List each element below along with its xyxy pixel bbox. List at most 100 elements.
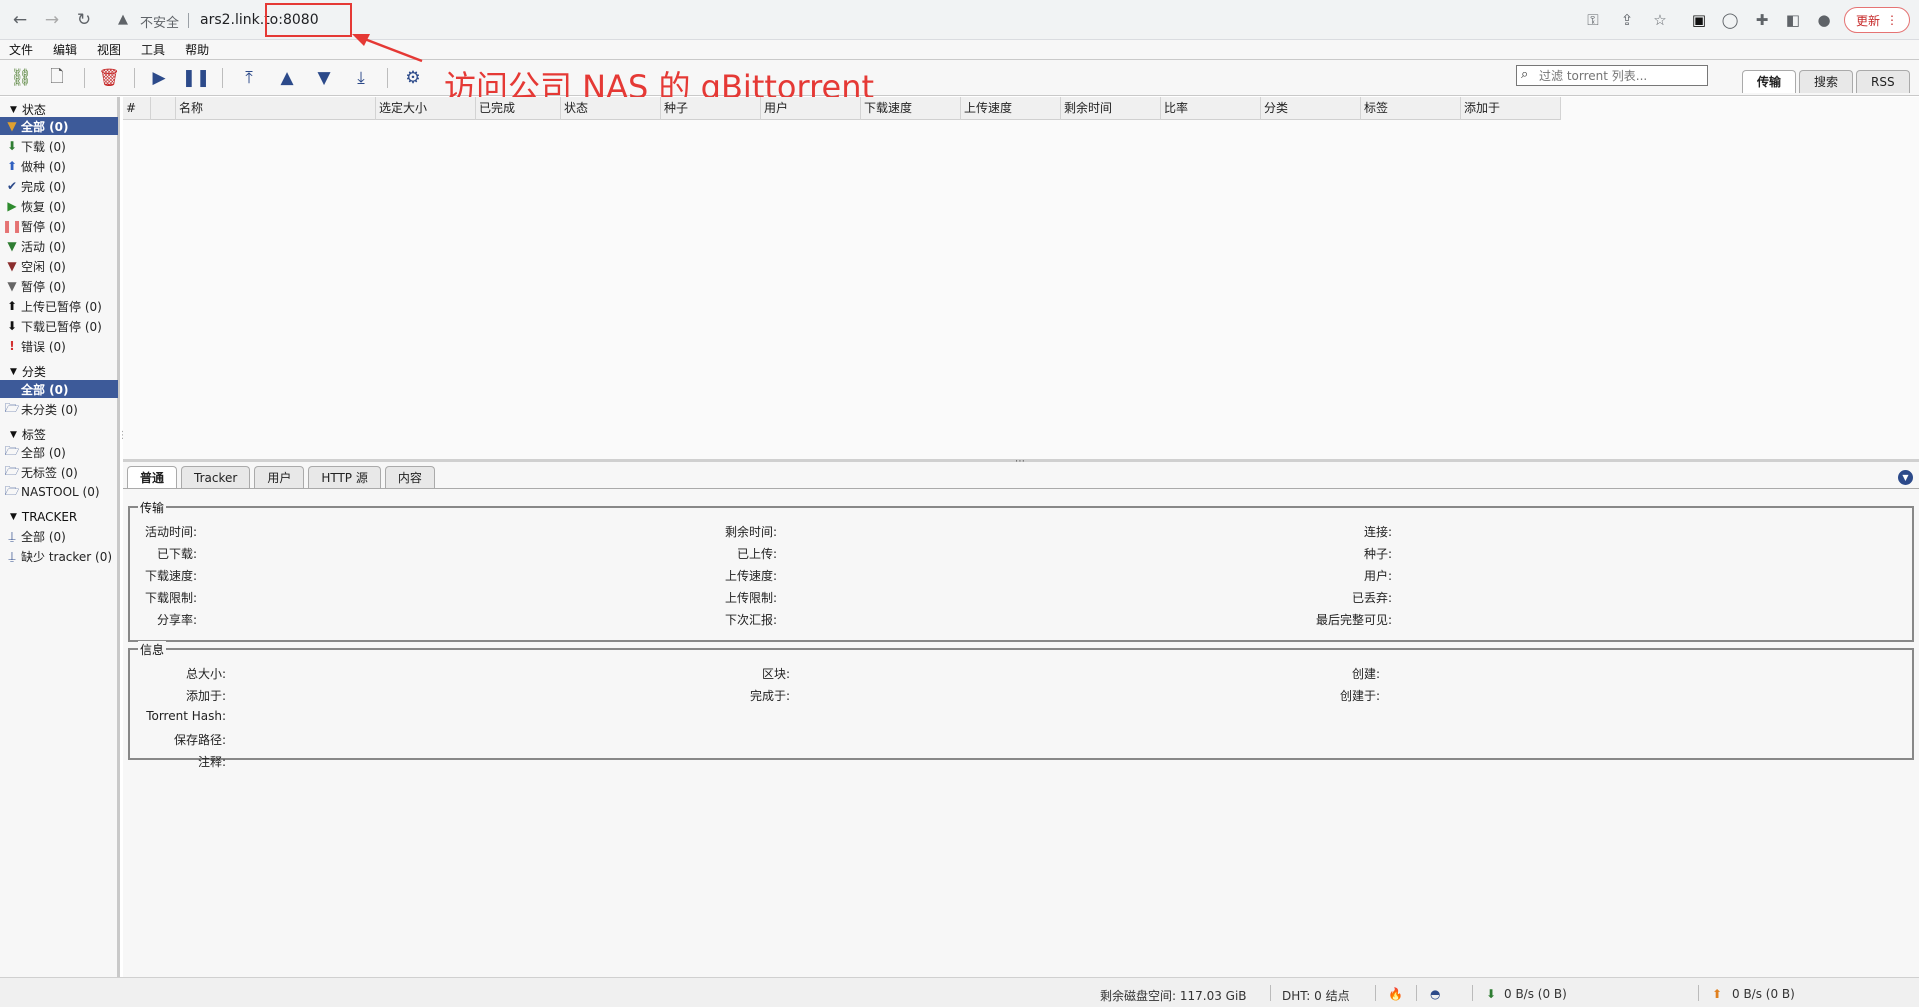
tracker-section-header[interactable]: ▼ TRACKER xyxy=(10,510,77,524)
tab-search[interactable]: 搜索 xyxy=(1799,70,1854,93)
menu-edit[interactable]: 编辑 xyxy=(53,40,77,59)
forward-icon[interactable]: → xyxy=(40,8,64,32)
column-seeds[interactable]: 种子 xyxy=(661,97,761,120)
extension-square-icon[interactable]: ▣ xyxy=(1689,10,1709,30)
tracker-item-all[interactable]: ⍊ 全部 (0) xyxy=(0,527,118,545)
tracker-icon: ⍊ xyxy=(8,528,16,543)
status-item-stalled[interactable]: ▼ 暂停 (0) xyxy=(0,277,118,295)
menu-file[interactable]: 文件 xyxy=(9,40,33,59)
field-eta: 剩余时间: xyxy=(724,525,777,539)
field-up-speed: 上传速度: xyxy=(724,569,777,583)
menu-tools[interactable]: 工具 xyxy=(141,40,165,59)
column-status[interactable]: 状态 xyxy=(561,97,661,120)
field-last-seen-complete: 最后完整可见: xyxy=(1315,613,1392,627)
category-section-header[interactable]: ▼ 分类 xyxy=(10,363,46,380)
speed-limit-icon[interactable]: ◓ xyxy=(1430,987,1440,1001)
move-up-icon[interactable]: ▲ xyxy=(274,65,300,91)
update-label: 更新 xyxy=(1855,13,1880,28)
tab-http-sources[interactable]: HTTP 源 xyxy=(308,466,381,488)
move-down-icon[interactable]: ▼ xyxy=(311,65,337,91)
field-reannounce: 下次汇报: xyxy=(724,613,777,627)
status-item-active[interactable]: ▼ 活动 (0) xyxy=(0,237,118,255)
menu-view[interactable]: 视图 xyxy=(97,40,121,59)
tag-item-nastool[interactable]: 🗁 NASTOOL (0) xyxy=(0,483,118,501)
tags-section-header[interactable]: ▼ 标签 xyxy=(10,426,46,443)
key-icon[interactable]: ⚿ xyxy=(1583,10,1603,30)
toolbar-divider xyxy=(134,68,135,88)
alt-speed-icon[interactable]: 🔥 xyxy=(1388,987,1403,1001)
add-file-icon[interactable]: 🗋 xyxy=(44,65,70,91)
resume-icon[interactable]: ▶ xyxy=(146,65,172,91)
browser-toolbar: ← → ↻ ▲ 不安全 ars2.link.to:8080 ⚿ ⇪ ☆ ▣ ◯ … xyxy=(0,0,1919,40)
field-dl-speed: 下载速度: xyxy=(144,569,197,583)
status-item-paused[interactable]: ❚❚ 暂停 (0) xyxy=(0,217,118,235)
collapse-panel-icon[interactable]: ▼ xyxy=(1898,470,1913,485)
folder-icon: 🗁 xyxy=(4,443,20,458)
column-category[interactable]: 分类 xyxy=(1261,97,1361,120)
menu-help[interactable]: 帮助 xyxy=(185,40,209,59)
field-seeds: 种子: xyxy=(1363,547,1392,561)
tab-general[interactable]: 普通 xyxy=(127,466,178,488)
puzzle-icon[interactable]: ✚ xyxy=(1752,10,1772,30)
column-up-speed[interactable]: 上传速度 xyxy=(961,97,1061,120)
delete-icon[interactable]: 🗑 xyxy=(96,65,122,91)
tag-item-untagged[interactable]: 🗁 无标签 (0) xyxy=(0,463,118,481)
column-peers[interactable]: 用户 xyxy=(761,97,861,120)
status-item-upload-paused[interactable]: ⬆ 上传已暂停 (0) xyxy=(0,297,118,315)
properties-tabs: 普通 Tracker 用户 HTTP 源 内容 xyxy=(127,466,435,488)
status-item-all[interactable]: ▼ 全部 (0) xyxy=(0,117,118,135)
column-dl-speed[interactable]: 下载速度 xyxy=(861,97,961,120)
status-item-completed[interactable]: ✔ 完成 (0) xyxy=(0,177,118,195)
status-section-header[interactable]: ▼ 状态 xyxy=(10,101,46,118)
extension-circle-icon[interactable]: ◯ xyxy=(1720,10,1740,30)
tab-peers[interactable]: 用户 xyxy=(254,466,305,488)
pause-icon[interactable]: ❚❚ xyxy=(182,65,211,91)
update-button[interactable]: 更新 ⋮ xyxy=(1844,7,1910,33)
tag-item-all[interactable]: 🗁 全部 (0) xyxy=(0,443,118,461)
status-item-downloading[interactable]: ⬇ 下载 (0) xyxy=(0,137,118,155)
profile-icon[interactable]: ● xyxy=(1814,10,1834,30)
column-priority[interactable]: # xyxy=(123,97,151,120)
back-icon[interactable]: ← xyxy=(8,8,32,32)
column-size[interactable]: 选定大小 xyxy=(376,97,476,120)
tracker-icon: ⍊ xyxy=(8,548,16,563)
toolbar-divider xyxy=(84,68,85,88)
field-dl-limit: 下载限制: xyxy=(144,591,197,605)
share-icon[interactable]: ⇪ xyxy=(1617,10,1637,30)
torrent-filter-box[interactable]: ⌕ xyxy=(1516,65,1708,86)
filter-icon: ▼ xyxy=(7,119,17,133)
category-item-all[interactable]: 全部 (0) xyxy=(0,380,118,398)
column-state-icon[interactable] xyxy=(151,97,176,120)
status-item-inactive[interactable]: ▼ 空闲 (0) xyxy=(0,257,118,275)
tab-rss[interactable]: RSS xyxy=(1856,70,1910,93)
star-icon[interactable]: ☆ xyxy=(1650,10,1670,30)
upload-speed-icon: ⬆ xyxy=(1712,987,1723,1001)
status-item-seeding[interactable]: ⬆ 做种 (0) xyxy=(0,157,118,175)
sidepanel-icon[interactable]: ◧ xyxy=(1783,10,1803,30)
filter-icon: ▼ xyxy=(7,239,17,253)
annotation-arrow xyxy=(352,34,423,63)
status-item-errored[interactable]: ! 错误 (0) xyxy=(0,337,118,355)
download-arrow-icon: ⬇ xyxy=(6,139,18,153)
add-link-icon[interactable]: ⛓ xyxy=(8,65,34,91)
column-ratio[interactable]: 比率 xyxy=(1161,97,1261,120)
field-peers: 用户: xyxy=(1363,569,1392,583)
column-name[interactable]: 名称 xyxy=(176,97,376,120)
column-added-on[interactable]: 添加于 xyxy=(1461,97,1561,120)
search-icon: ⌕ xyxy=(1521,67,1529,82)
move-top-icon[interactable]: ⤒ xyxy=(236,65,262,91)
torrent-filter-input[interactable] xyxy=(1539,67,1703,84)
category-item-uncategorized[interactable]: 🗁 未分类 (0) xyxy=(0,400,118,418)
tab-trackers[interactable]: Tracker xyxy=(181,466,251,488)
tab-transfers[interactable]: 传输 xyxy=(1742,70,1797,93)
status-label: 空闲 (0) xyxy=(21,259,66,274)
status-item-resumed[interactable]: ▶ 恢复 (0) xyxy=(0,197,118,215)
tab-content[interactable]: 内容 xyxy=(384,466,435,488)
column-eta[interactable]: 剩余时间 xyxy=(1061,97,1161,120)
tracker-item-trackerless[interactable]: ⍊ 缺少 tracker (0) xyxy=(0,547,118,565)
column-tags[interactable]: 标签 xyxy=(1361,97,1461,120)
tracker-label: 缺少 tracker (0) xyxy=(21,549,113,564)
column-progress[interactable]: 已完成 xyxy=(476,97,561,120)
reload-icon[interactable]: ↻ xyxy=(72,8,96,32)
status-item-download-paused[interactable]: ⬇ 下载已暂停 (0) xyxy=(0,317,118,335)
